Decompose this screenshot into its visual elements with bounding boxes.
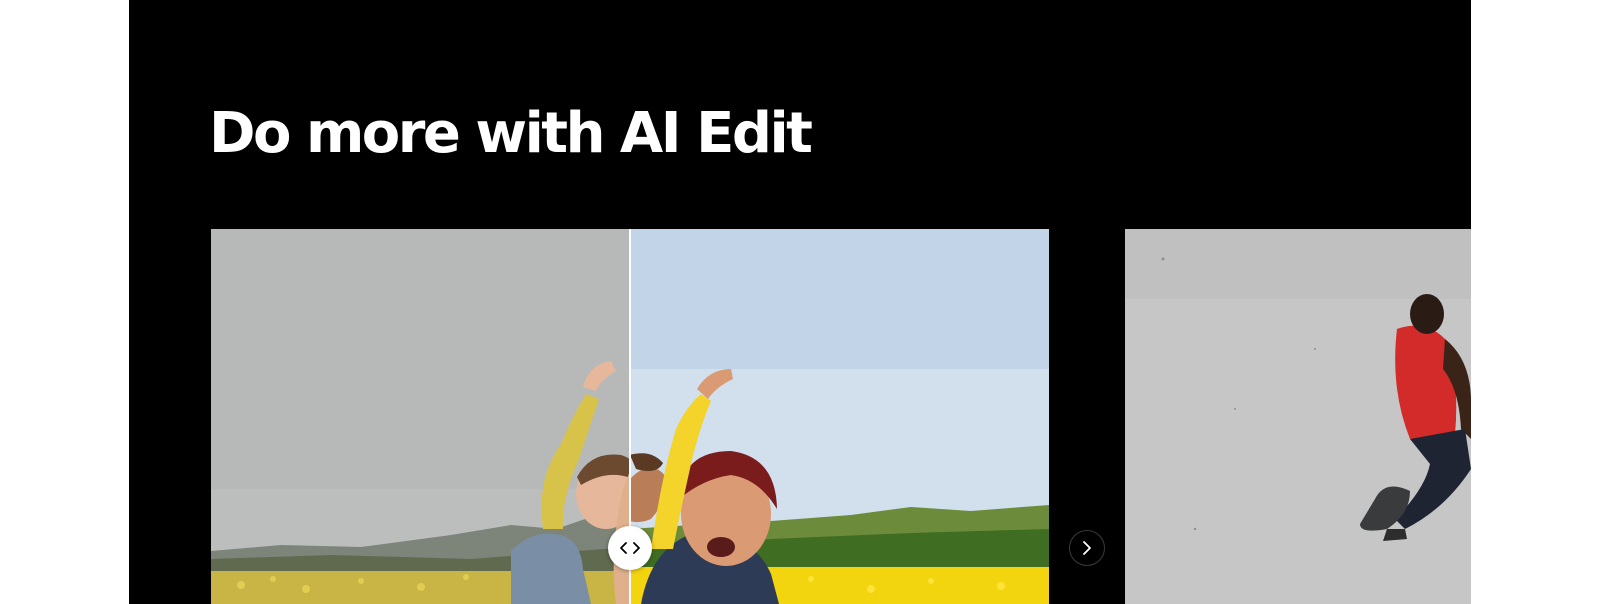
carousel-next-button[interactable] <box>1069 530 1105 566</box>
after-image <box>630 229 1049 604</box>
before-image <box>211 229 630 604</box>
before-after-card[interactable] <box>211 229 1049 604</box>
comparison-slider-handle[interactable] <box>608 526 652 570</box>
next-slide-preview[interactable] <box>1125 229 1471 604</box>
ai-edit-section: Do more with AI Edit <box>129 0 1471 604</box>
chevron-right-icon <box>1083 541 1091 555</box>
section-title: Do more with AI Edit <box>209 101 813 166</box>
left-right-arrows-icon <box>620 542 640 554</box>
